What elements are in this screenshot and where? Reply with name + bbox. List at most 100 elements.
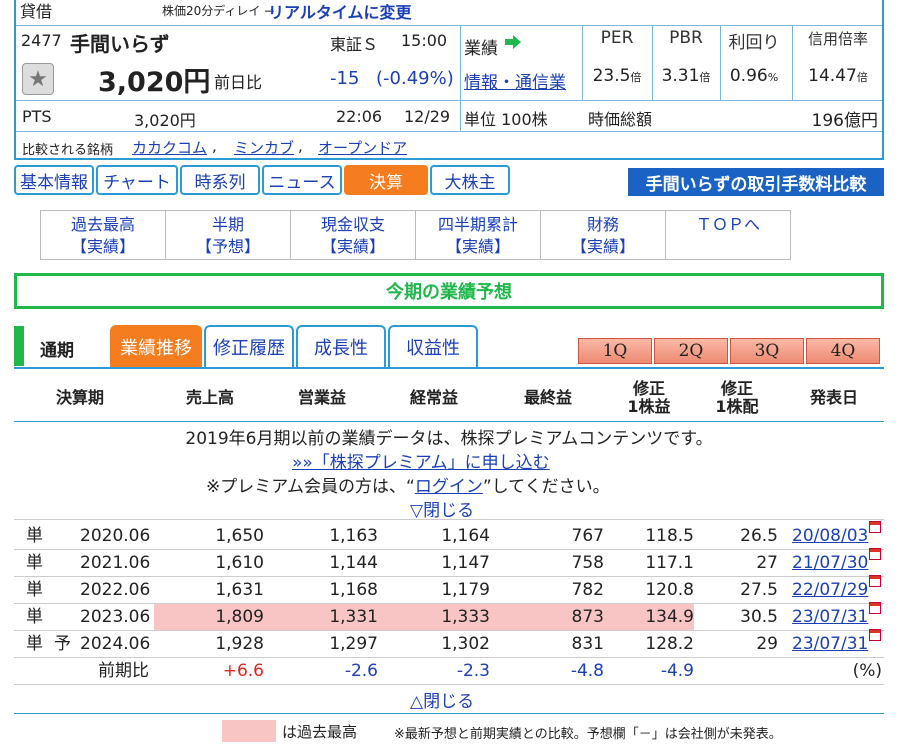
yoy-label: 前期比 — [98, 661, 149, 681]
row-date: 23/07/31 — [792, 629, 882, 657]
calendar-icon[interactable] — [869, 521, 882, 533]
row-operating: 1,144 — [329, 553, 378, 573]
row-ordinary: 1,147 — [441, 553, 490, 573]
tab-timeseries[interactable]: 時系列 — [180, 165, 260, 195]
fee-comparison-banner[interactable]: 手間いらずの取引手数料比較 — [628, 168, 884, 196]
tab-earnings[interactable]: 決算 — [344, 165, 428, 195]
pts-price: 3,020円 — [134, 111, 196, 130]
calendar-icon[interactable] — [869, 629, 882, 641]
row-date-link[interactable]: 21/07/30 — [792, 553, 868, 573]
table-row: 単 2020.06 1,650 1,163 1,164 767 118.5 26.5 20/08… — [14, 521, 884, 550]
col-header-period: 決算期 — [55, 388, 104, 407]
market-cap-value: 196億円 — [811, 111, 878, 131]
row-net: 782 — [571, 580, 604, 600]
row-date-link[interactable]: 23/07/31 — [792, 634, 868, 654]
record-high-swatch — [222, 720, 276, 742]
calendar-icon[interactable] — [869, 548, 882, 560]
favorite-star-button[interactable]: ★ — [22, 63, 54, 95]
subtab-quarterly[interactable]: 四半期累計 【実績】 — [415, 210, 541, 260]
close-premium-link[interactable]: ▽閉じる — [410, 496, 474, 521]
sector-link[interactable]: 情報・通信業 — [464, 68, 566, 93]
yield-value: 0.96% — [729, 66, 779, 86]
margin-ratio-value: 14.47倍 — [808, 66, 868, 86]
row-period: 2022.06 — [80, 580, 151, 600]
stock-code: 2477 — [21, 31, 62, 50]
tab-major-shareholders[interactable]: 大株主 — [430, 165, 510, 195]
price-change: -15 — [330, 68, 360, 89]
row-net: 831 — [571, 634, 604, 654]
close-table-link[interactable]: △閉じる — [410, 687, 474, 712]
quarter-2q-button[interactable]: 2Q — [654, 338, 728, 364]
stock-price: 3,020円 — [98, 67, 211, 98]
tab-performance-trend[interactable]: 業績推移 — [110, 325, 202, 367]
stock-header: 貸借 株価20分ディレイ → リアルタイムに変更 2477 手間いらず 東証Ｓ … — [14, 0, 884, 160]
row-period: 2024.06 — [80, 634, 151, 654]
footer-note: ※最新予想と前期実績との比較。予想欄「－」は会社側が未発表。 — [394, 727, 782, 742]
row-date-link[interactable]: 23/07/31 — [792, 607, 868, 627]
row-eps: 118.5 — [645, 526, 694, 546]
row-ordinary: 1,302 — [441, 634, 490, 654]
row-sales: 1,631 — [215, 580, 264, 600]
row-date: 22/07/29 — [792, 575, 882, 603]
col-header-date: 発表日 — [809, 388, 858, 407]
tab-profitability[interactable]: 収益性 — [388, 325, 478, 367]
row-kind: 単 — [26, 553, 43, 573]
tab-revision-history[interactable]: 修正履歴 — [204, 325, 294, 367]
price-time: 15:00 — [401, 31, 448, 50]
yoy-operating: -2.6 — [344, 661, 378, 681]
row-sales: 1,610 — [215, 553, 264, 573]
row-period: 2021.06 — [80, 553, 151, 573]
row-date-link[interactable]: 22/07/29 — [792, 580, 868, 600]
row-eps: 134.9 — [604, 604, 694, 630]
tab-basic-info[interactable]: 基本情報 — [14, 165, 94, 195]
row-dps: 26.5 — [740, 526, 778, 546]
login-link[interactable]: ログイン — [415, 477, 483, 497]
premium-signup-link[interactable]: »»「株探プレミアム」に申し込む — [292, 448, 550, 473]
subtab-cashflow[interactable]: 現金収支 【実績】 — [290, 210, 416, 260]
calendar-icon[interactable] — [869, 575, 882, 587]
compare-link-opendoor[interactable]: オープンドア — [318, 137, 407, 158]
stock-name: 手間いらず — [70, 32, 170, 56]
subtab-half-year[interactable]: 半期 【予想】 — [165, 210, 291, 260]
quarter-3q-button[interactable]: 3Q — [730, 338, 804, 364]
arrow-right-icon[interactable] — [504, 33, 522, 55]
tab-news[interactable]: ニュース — [262, 165, 342, 195]
pbr-header: PBR — [669, 28, 703, 48]
row-period: 2020.06 — [80, 526, 151, 546]
row-sales: 1,809 — [154, 604, 264, 630]
yoy-ordinary: -2.3 — [456, 661, 490, 681]
row-dps: 30.5 — [740, 607, 778, 627]
col-header-sales: 売上高 — [185, 388, 234, 407]
col-header-operating: 営業益 — [297, 388, 346, 407]
row-date: 23/07/31 — [792, 602, 882, 630]
quarter-4q-button[interactable]: 4Q — [806, 338, 880, 364]
yoy-net: -4.8 — [570, 661, 604, 681]
subtab-record-high[interactable]: 過去最高 【実績】 — [40, 210, 166, 260]
compare-label: 比較される銘柄 — [22, 143, 114, 158]
row-operating: 1,163 — [329, 526, 378, 546]
row-dps: 29 — [756, 634, 778, 654]
row-date-link[interactable]: 20/08/03 — [792, 526, 868, 546]
quarter-1q-button[interactable]: 1Q — [578, 338, 652, 364]
compare-link-minkabu[interactable]: ミンカブ — [234, 137, 294, 158]
realtime-link[interactable]: リアルタイムに変更 — [268, 0, 412, 23]
subtab-top[interactable]: ＴＯＰへ — [665, 210, 791, 260]
row-sales: 1,928 — [215, 634, 264, 654]
yoy-sales: +6.6 — [222, 661, 264, 681]
calendar-icon[interactable] — [869, 602, 882, 614]
period-label: 通期 — [40, 341, 74, 361]
row-eps: 117.1 — [645, 553, 694, 573]
perf-label[interactable]: 業績 — [464, 34, 498, 59]
yoy-row: 前期比 +6.6 -2.6 -2.3 -4.8 -4.9 (%) — [14, 658, 884, 685]
row-dps: 27.5 — [740, 580, 778, 600]
yoy-unit: (%) — [852, 661, 882, 681]
subtab-financial[interactable]: 財務 【実績】 — [540, 210, 666, 260]
trade-unit: 単位 100株 — [464, 110, 548, 129]
per-header: PER — [600, 28, 634, 48]
change-label: 前日比 — [214, 73, 263, 92]
row-eps: 128.2 — [645, 634, 694, 654]
tab-chart[interactable]: チャート — [96, 165, 178, 195]
row-kind: 単 — [26, 580, 43, 600]
compare-link-kakaku[interactable]: カカクコム — [132, 137, 207, 158]
tab-growth[interactable]: 成長性 — [296, 325, 386, 367]
